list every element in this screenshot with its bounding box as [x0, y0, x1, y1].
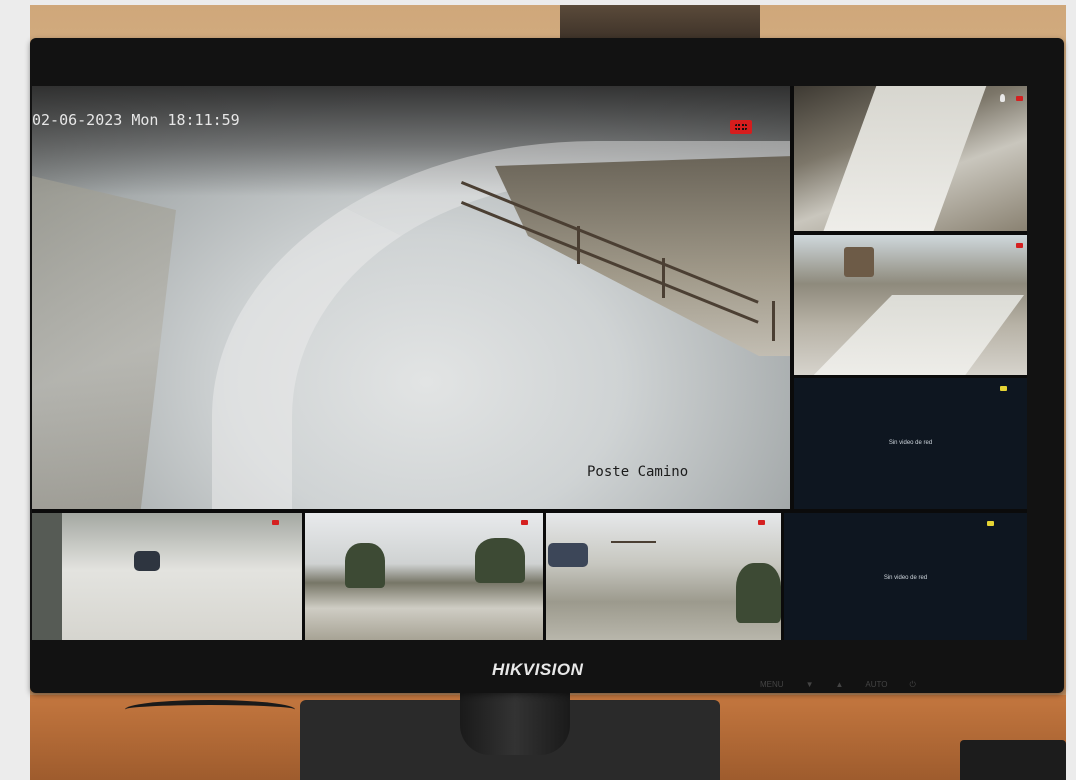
main-camera-name: Poste Camino	[587, 464, 689, 480]
record-camera-icon	[730, 120, 752, 134]
monitor-brand-logo: HIKVISION	[492, 660, 584, 679]
alarm-icon	[758, 520, 765, 525]
monitor-button-auto[interactable]: AUTO	[865, 680, 887, 690]
camera-scene-tree	[736, 563, 781, 623]
monitor-stand-neck	[460, 690, 570, 755]
camera-scene-road	[804, 295, 1024, 375]
camera-tile-bottom-2[interactable]	[305, 513, 543, 640]
monitor-button-up[interactable]: ▲	[835, 680, 843, 690]
monitor-buttons: MENU ▼ ▲ AUTO ⏻	[760, 680, 916, 690]
power-cable	[125, 700, 295, 719]
main-camera-datetime: 02-06-2023 Mon 18:11:59	[32, 111, 240, 129]
camera-scene-cabin	[844, 247, 874, 277]
camera-scene-gate	[611, 541, 656, 543]
camera-tile-edge	[32, 513, 62, 640]
camera-scene-car	[134, 551, 160, 571]
camera-scene-road	[821, 86, 987, 231]
camera-tile-no-video-2[interactable]: Sin video de red	[784, 513, 1027, 640]
camera-scene-tree	[345, 543, 385, 588]
camera-scene-tree	[475, 538, 525, 583]
network-device	[960, 740, 1066, 780]
camera-scene-car	[548, 543, 588, 567]
camera-tile-porteria-2[interactable]	[794, 235, 1027, 375]
camera-tile-main[interactable]: 02-06-2023 Mon 18:11:59 Poste Camino	[32, 86, 790, 509]
no-video-label: Sin video de red	[888, 440, 933, 446]
alarm-icon	[272, 520, 279, 525]
camera-scene-fence-post	[662, 258, 665, 298]
bell-icon	[1000, 94, 1005, 102]
monitor-button-menu[interactable]: MENU	[760, 680, 784, 690]
nvr-screen: 02-06-2023 Mon 18:11:59 Poste Camino Sin…	[32, 86, 1027, 640]
power-icon[interactable]: ⏻	[909, 680, 915, 690]
camera-scene-fence-post	[772, 301, 775, 341]
camera-tile-no-video-1[interactable]: Sin video de red	[794, 378, 1027, 509]
monitor-button-down[interactable]: ▼	[806, 680, 814, 690]
no-video-label: Sin video de red	[883, 575, 928, 581]
warning-icon	[987, 521, 994, 526]
camera-tile-porteria-1[interactable]	[794, 86, 1027, 231]
alarm-icon	[1016, 96, 1023, 101]
alarm-icon	[521, 520, 528, 525]
alarm-icon	[1016, 243, 1023, 248]
camera-scene-fence-post	[577, 226, 580, 264]
warning-icon	[1000, 386, 1007, 391]
camera-tile-bottom-3[interactable]	[546, 513, 781, 640]
camera-tile-bottom-1[interactable]	[62, 513, 302, 640]
